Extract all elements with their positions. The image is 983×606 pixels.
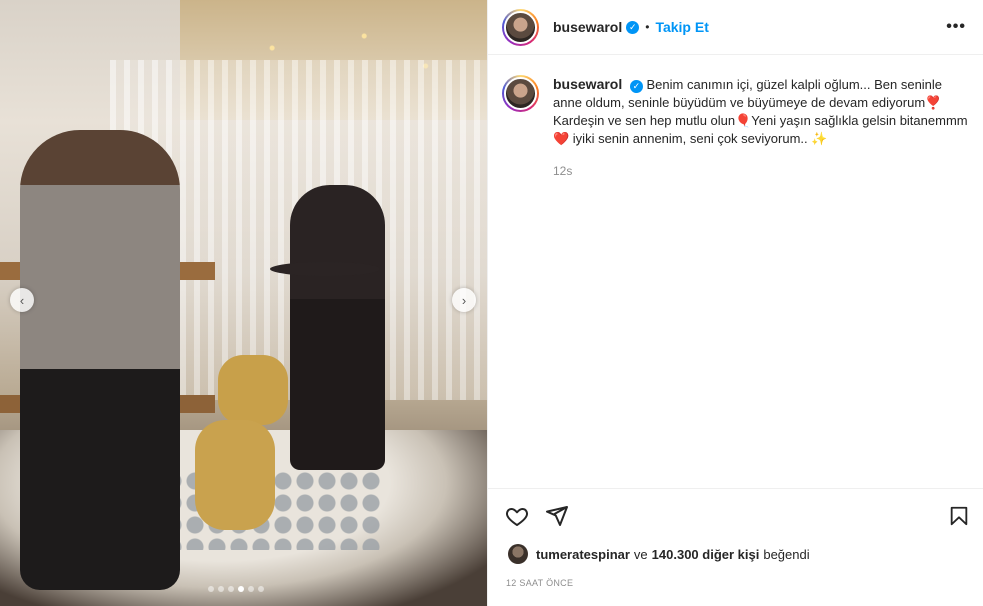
more-options-icon[interactable]: ••• [946,18,966,36]
likes-suffix: beğendi [763,546,810,562]
photo-child-witch-costume [290,185,385,470]
like-heart-icon[interactable] [504,503,530,529]
likes-count-link[interactable]: 140.300 diğer kişi [652,547,760,562]
chevron-left-icon: ‹ [19,292,25,308]
post-side-panel: busewarol ✓ • Takip Et ••• busewarol ✓ B… [487,0,983,606]
header-separator: • [645,20,650,34]
carousel-dot [218,586,224,592]
chevron-right-icon: › [461,292,467,308]
liker-username-link[interactable]: tumeratespinar [536,547,630,562]
next-photo-button[interactable]: › [452,288,476,312]
post-actions: tumeratespinar ve 140.300 diğer kişi beğ… [488,488,983,606]
caption-avatar[interactable] [502,75,539,112]
follow-button[interactable]: Takip Et [655,19,708,35]
caption-verified-badge-icon: ✓ [629,79,643,93]
verified-badge-icon: ✓ [626,20,640,34]
username-link[interactable]: busewarol [553,19,622,35]
caption-time: 12s [553,164,573,178]
carousel-dot [248,586,254,592]
carousel-dots [208,586,264,592]
carousel-dot [258,586,264,592]
photo-basket-top [218,355,288,425]
instagram-post: ‹ › busewarol ✓ • Takip Et ••• busewarol… [0,0,983,606]
post-date[interactable]: 12 SAAT ÖNCE [506,578,573,588]
carousel-dot [208,586,214,592]
photo-woman [20,130,180,590]
post-caption: busewarol ✓ Benim canımın içi, güzel kal… [502,75,972,180]
avatar[interactable] [502,8,539,46]
liker-avatar[interactable] [508,544,528,564]
likes-summary: tumeratespinar ve 140.300 diğer kişi beğ… [508,544,810,564]
post-header: busewarol ✓ • Takip Et ••• [488,0,983,55]
photo-witch-hat-brim [270,262,380,276]
carousel-dot [238,586,244,592]
likes-connector: ve [633,546,648,562]
post-photo[interactable]: ‹ › [0,0,487,606]
previous-photo-button[interactable]: ‹ [10,288,34,312]
bookmark-icon[interactable] [946,503,972,529]
photo-basket [195,420,275,530]
carousel-dot [228,586,234,592]
caption-username-link[interactable]: busewarol [553,76,622,92]
share-send-icon[interactable] [544,503,570,529]
